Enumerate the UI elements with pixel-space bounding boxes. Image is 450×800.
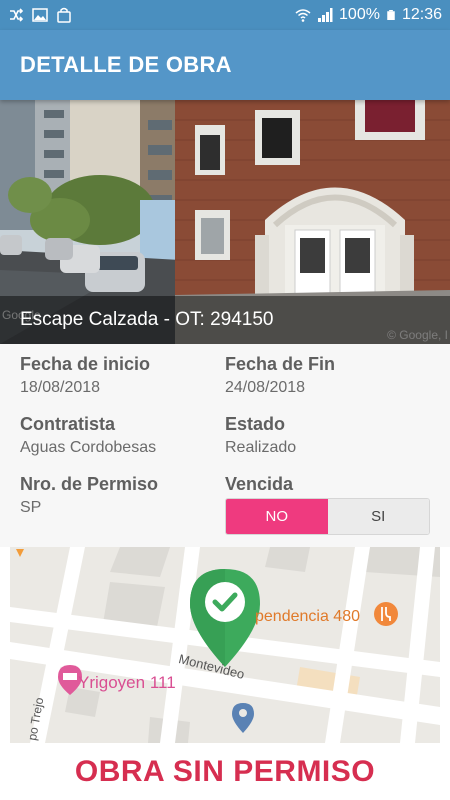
estado-value: Realizado: [225, 439, 297, 456]
work-title: Escape Calzada - OT: 294150: [20, 309, 274, 330]
fecha-fin-value: 24/08/2018: [225, 379, 306, 396]
status-left-icons: [8, 7, 72, 23]
signal-icon: [318, 8, 333, 22]
vencida-toggle[interactable]: NO SI: [225, 498, 430, 535]
image-icon: [32, 8, 48, 22]
fecha-fin-label: Fecha de Fin: [225, 354, 336, 374]
field-permiso: Nro. de Permiso SP: [20, 474, 158, 517]
shuffle-icon: [10, 8, 24, 22]
field-estado: Estado Realizado: [225, 414, 296, 457]
permiso-label: Nro. de Permiso: [20, 474, 159, 494]
fecha-inicio-value: 18/08/2018: [20, 379, 101, 396]
vencida-label: Vencida: [225, 474, 294, 494]
location-map[interactable]: pendencia 480 Yrigoyen 111 Montevideo po…: [10, 547, 440, 743]
permiso-value: SP: [20, 499, 42, 516]
field-contratista: Contratista Aguas Cordobesas: [20, 414, 156, 457]
work-photo[interactable]: Google © Google, I Escape Calzada - OT: …: [0, 100, 450, 344]
permit-warning-text: OBRA SIN PERMISO: [74, 754, 376, 788]
check-marker-icon[interactable]: [188, 567, 262, 669]
status-right: 100% 12:36: [295, 6, 442, 24]
vencida-option-no[interactable]: NO: [226, 499, 328, 534]
field-fecha-inicio: Fecha de inicio 18/08/2018: [20, 354, 150, 397]
map-poi-label: pendencia 480: [255, 608, 360, 625]
battery-percent: 100%: [339, 6, 380, 23]
estado-label: Estado: [225, 414, 286, 434]
wifi-icon: [295, 9, 311, 22]
app-bar: DETALLE DE OBRA: [0, 30, 450, 100]
status-bar: 100% 12:36: [0, 0, 450, 30]
bag-icon: [57, 7, 71, 23]
vencida-option-si[interactable]: SI: [327, 499, 429, 534]
field-vencida: Vencida: [225, 474, 293, 495]
photo-caption: Escape Calzada - OT: 294150: [0, 296, 450, 344]
contratista-value: Aguas Cordobesas: [20, 439, 157, 456]
battery-icon: [387, 10, 395, 20]
contratista-label: Contratista: [20, 414, 116, 434]
clock: 12:36: [401, 6, 442, 23]
map-hotel-label: Yrigoyen 111: [78, 673, 176, 692]
permit-warning-banner: OBRA SIN PERMISO: [0, 743, 450, 800]
work-details: Fecha de inicio 18/08/2018 Fecha de Fin …: [0, 344, 450, 547]
field-fecha-fin: Fecha de Fin 24/08/2018: [225, 354, 335, 397]
page-title: DETALLE DE OBRA: [20, 52, 232, 77]
fecha-inicio-label: Fecha de inicio: [20, 354, 151, 374]
